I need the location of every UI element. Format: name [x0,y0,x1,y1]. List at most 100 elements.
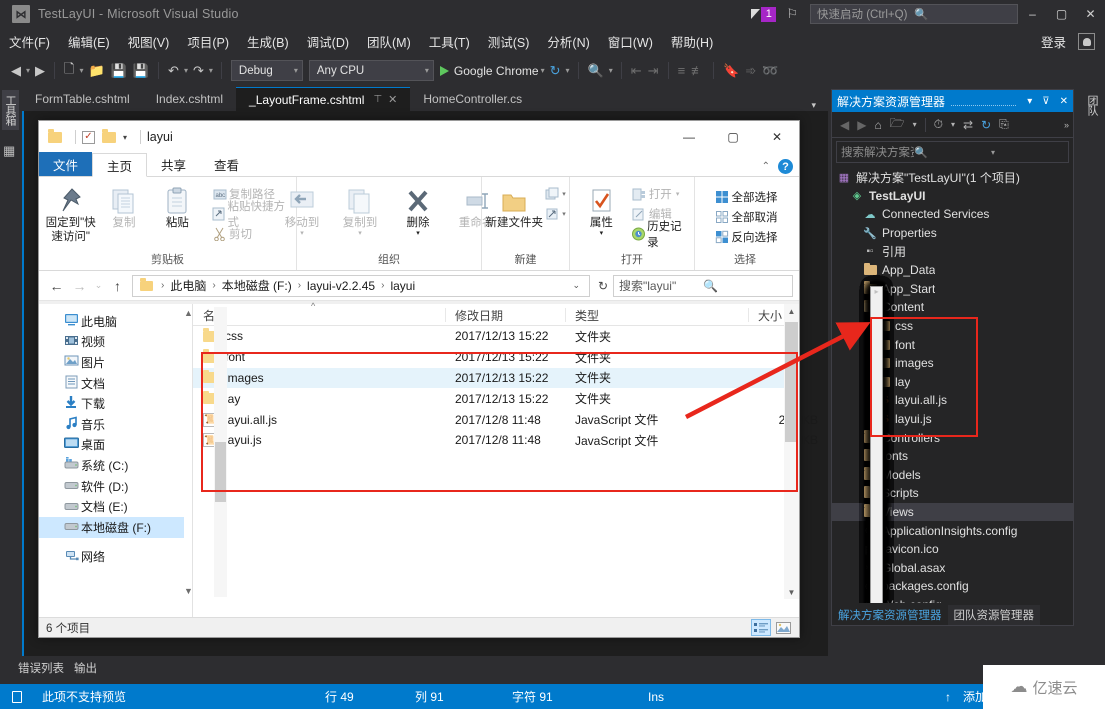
next-bookmark-icon[interactable]: ➾ [745,63,756,79]
refresh-icon[interactable]: ↻ [977,118,995,132]
open-button[interactable]: 打开 ▾ [630,184,689,204]
chevron-down-icon[interactable]: ▾ [123,133,127,142]
properties-button[interactable]: 属性 ▾ [575,182,628,239]
solution-tree-node[interactable]: ▸Scripts [832,286,1073,621]
nav-item[interactable]: 此电脑 [39,311,184,332]
back-button[interactable]: ← [45,275,68,297]
column-type[interactable]: 类型 [575,307,599,324]
solution-tree[interactable]: ▦解决方案"TestLayUI"(1 个项目)▾◈TestLayUI☁Conne… [832,166,1073,621]
solution-platform-combo[interactable]: Any CPU ▾ [308,60,434,81]
solution-tree-node[interactable]: ▸Views [832,286,1073,621]
navigate-forward-icon[interactable]: ▶ [35,63,45,79]
attach-dropdown-icon[interactable]: ▾ [609,66,613,75]
nav-item[interactable]: 桌面 [39,435,184,456]
new-project-dropdown-icon[interactable]: ▾ [79,66,83,75]
file-row[interactable]: 📜 layui.all.js 2017/12/8 11:48 JavaScript 文… [193,409,818,430]
nav-item[interactable]: 系统 (C:) [39,455,184,476]
menu-view[interactable]: 视图(V) [119,30,179,53]
server-explorer-icon[interactable]: ▦ [3,143,15,159]
redo-dropdown-icon[interactable]: ▾ [209,66,213,75]
nav-item[interactable]: 软件 (D:) [39,476,184,497]
tab-error-list[interactable]: 错误列表 [18,660,64,676]
chevron-down-icon[interactable]: ▾ [991,148,1064,157]
select-none-button[interactable]: 全部取消 [713,207,778,227]
scroll-down-icon[interactable]: ▼ [184,586,193,596]
solution-view-icon[interactable]: 🗁 [886,114,909,135]
navigate-back-dropdown-icon[interactable]: ▾ [26,66,30,75]
uncomment-icon[interactable]: ≢ [691,63,704,78]
copy-button[interactable]: 复制 [97,182,150,230]
move-to-button[interactable]: 移动到 ▾ [273,182,331,239]
file-row[interactable]: images 2017/12/13 15:22 文件夹 [193,367,799,389]
chevron-down-icon[interactable]: ▾ [909,120,921,129]
file-list-scrollbar[interactable]: ▲ ▼ [784,304,799,599]
open-file-icon[interactable]: 📁 [88,63,104,79]
save-icon[interactable]: 💾 [111,63,127,79]
ribbon-tab-file[interactable]: 文件 [39,152,93,176]
scrollbar-thumb[interactable] [215,442,226,502]
large-icons-view-button[interactable] [773,619,793,636]
breadcrumb-this-pc[interactable]: 此电脑 [168,277,208,294]
refresh-button[interactable]: ↻ [593,279,613,293]
solution-tree-node[interactable]: ▸ font [832,286,1073,621]
tab-output[interactable]: 输出 [74,660,97,676]
solution-tree-node[interactable]: ▸fonts [832,286,1073,621]
scroll-down-icon[interactable]: ▼ [784,588,799,597]
comment-icon[interactable]: ≡ [678,63,686,78]
solution-tree-node[interactable]: ▦ 解决方案"TestLayUI"(1 个项目) [832,168,1073,621]
maximize-button[interactable]: ▢ [1047,0,1076,28]
chevron-down-icon-2[interactable]: ▾ [947,120,959,129]
solution-tree-node[interactable]: App_Data [832,261,1073,621]
properties-quick-icon[interactable]: ✓ [82,130,95,144]
column-size[interactable]: 大小 [758,307,782,324]
solution-tree-node[interactable]: Models [832,286,1073,621]
quick-launch-box[interactable]: 快速启动 (Ctrl+Q) 🔍 [810,4,1018,24]
explorer-maximize-button[interactable]: ▢ [711,121,755,153]
solution-tree-node[interactable]: ▸⚙Global.asax [832,286,1073,621]
redo-icon[interactable]: ↷ [193,63,204,79]
solution-tree-node[interactable]: ▸Controllers [832,286,1073,621]
breadcrumb-layui[interactable]: layui [388,279,417,293]
invert-selection-button[interactable]: 反向选择 [713,227,778,247]
solution-tree-node[interactable]: ▸ ▪▫ 引用 [832,242,1073,621]
new-project-icon[interactable]: 🗋 [64,60,74,82]
navigate-back-icon[interactable]: ◀ [11,63,21,79]
up-button[interactable]: ↑ [106,275,129,297]
explorer-minimize-button[interactable]: — [667,121,711,153]
solution-tree-node[interactable]: ⎙packages.config [832,286,1073,621]
menu-team[interactable]: 团队(M) [358,30,420,53]
collapse-ribbon-icon[interactable]: ⌃ [762,161,770,172]
column-divider[interactable] [445,308,446,322]
chevron-down-icon[interactable]: ▾ [1022,96,1037,107]
new-folder-button[interactable]: 新建文件夹 [485,182,543,230]
solution-tree-node[interactable]: ▸ css [832,286,1073,621]
bookmark-icon[interactable]: 🔖 [723,63,739,79]
recent-locations-button[interactable]: ⌄ [91,275,106,297]
tab-index[interactable]: Index.cshtml [142,87,237,111]
forward-icon[interactable]: ▶ [853,118,870,132]
save-all-icon[interactable]: 💾 [133,63,149,79]
easy-access-button[interactable]: ▾ [543,204,566,224]
solution-tree-node[interactable]: JS layui.all.js [832,286,1073,621]
solution-tree-node[interactable]: ▾Content [832,286,1073,621]
column-date[interactable]: 修改日期 [455,307,503,324]
collapse-all-icon[interactable]: ⎘ [995,117,1013,132]
ribbon-tab-home[interactable]: 主页 [92,153,148,177]
account-icon[interactable] [1078,33,1095,50]
tab-layoutframe[interactable]: _LayoutFrame.cshtml ⊤ ✕ [236,87,411,111]
explorer-search-box[interactable]: 搜索"layui" 🔍 [613,274,793,297]
feedback-icon[interactable]: ⚐ [786,6,798,22]
file-row[interactable]: lay 2017/12/13 15:22 文件夹 [193,388,799,409]
solution-tree-node[interactable]: ▸App_Start [832,280,1073,621]
menu-edit[interactable]: 编辑(E) [59,30,119,53]
solution-tree-node[interactable]: ▸⎙ApplicationInsights.config [832,286,1073,621]
nav-item[interactable]: 下载 [39,393,184,414]
solution-tree-node[interactable]: ▦favicon.ico [832,286,1073,621]
toolbox-tab[interactable]: 工具箱 [2,90,19,130]
scroll-up-icon[interactable]: ▲ [184,308,193,318]
file-row[interactable]: css 2017/12/13 15:22 文件夹 [193,326,799,347]
run-target-label[interactable]: Google Chrome [454,64,539,78]
close-button[interactable]: ✕ [1076,0,1105,28]
run-target-dropdown-icon[interactable]: ▾ [541,66,545,75]
explorer-close-button[interactable]: ✕ [755,121,799,153]
